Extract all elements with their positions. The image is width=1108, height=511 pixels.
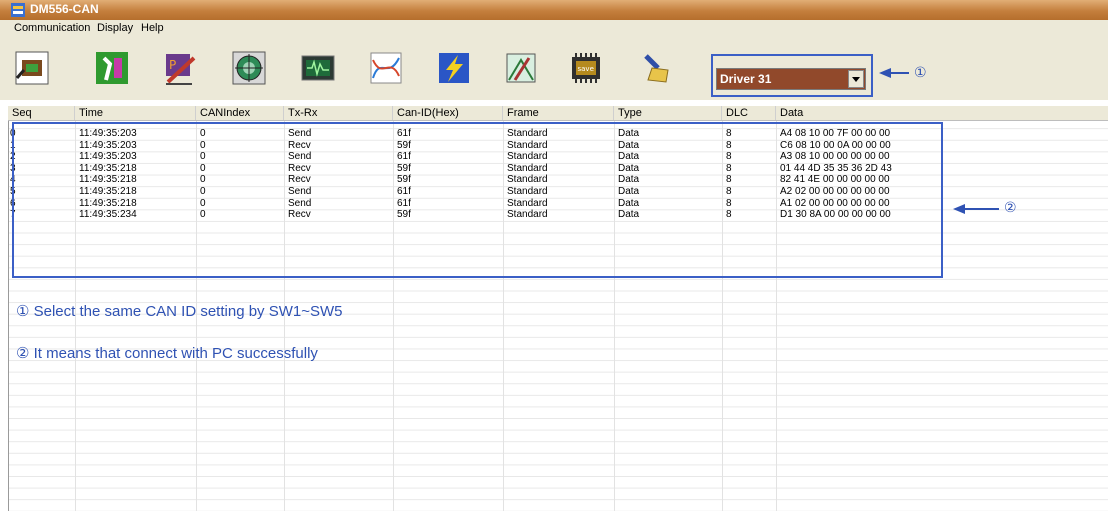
save-chip-icon[interactable]: save — [568, 50, 604, 86]
settings-icon[interactable] — [94, 50, 130, 86]
arrow-left-icon — [879, 68, 909, 78]
window-title: DM556-CAN — [30, 2, 99, 16]
annotation-marker-1: ① — [914, 65, 927, 81]
import-icon[interactable] — [503, 50, 539, 86]
note-1: ① Select the same CAN ID setting by SW1~… — [16, 303, 343, 320]
arrow-left-icon — [953, 204, 999, 214]
col-header-dlc[interactable]: DLC — [722, 106, 776, 120]
waveform-icon[interactable] — [300, 50, 336, 86]
lightning-icon[interactable] — [436, 50, 472, 86]
col-header-seq[interactable]: Seq — [8, 106, 75, 120]
svg-text:P: P — [169, 58, 176, 72]
note-2: ② It means that connect with PC successf… — [16, 345, 318, 362]
menu-communication[interactable]: Communication — [14, 22, 90, 34]
save-chip-label: save — [578, 65, 594, 73]
edit-icon[interactable]: P — [162, 50, 198, 86]
menu-display[interactable]: Display — [97, 22, 133, 34]
connect-icon[interactable] — [14, 50, 50, 86]
col-header-canindex[interactable]: CANIndex — [196, 106, 284, 120]
menu-bar: Communication Display Help — [0, 20, 1108, 38]
table-header: Seq Time CANIndex Tx-Rx Can-ID(Hex) Fram… — [8, 106, 1108, 121]
title-bar: DM556-CAN — [0, 0, 1108, 20]
col-header-data[interactable]: Data — [776, 106, 1108, 120]
target-icon[interactable] — [231, 50, 267, 86]
chart-icon[interactable] — [368, 50, 404, 86]
app-icon — [11, 3, 25, 17]
col-header-frame[interactable]: Frame — [503, 106, 614, 120]
driver-highlight-box — [711, 54, 873, 97]
menu-help[interactable]: Help — [141, 22, 164, 34]
annotation-marker-2: ② — [1004, 200, 1017, 216]
col-header-time[interactable]: Time — [75, 106, 196, 120]
col-header-type[interactable]: Type — [614, 106, 722, 120]
toolbar: P save — [0, 38, 1108, 100]
col-header-txrx[interactable]: Tx-Rx — [284, 106, 393, 120]
clear-icon[interactable] — [638, 50, 674, 86]
col-header-canid[interactable]: Can-ID(Hex) — [393, 106, 503, 120]
messages-highlight-box — [12, 122, 943, 278]
